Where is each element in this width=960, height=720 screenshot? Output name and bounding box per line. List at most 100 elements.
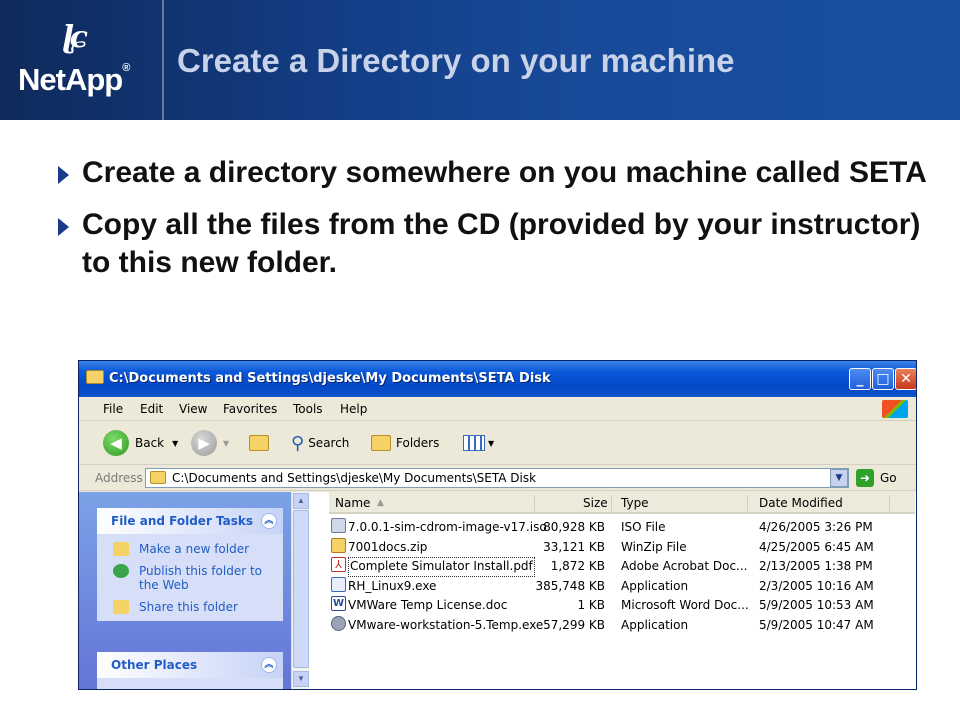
file-size: 1 KB <box>577 598 605 612</box>
collapse-chevron-icon[interactable]: ︽ <box>261 657 277 673</box>
file-row[interactable]: RH_Linux9.exe 385,748 KB Application 2/3/20… <box>329 576 915 597</box>
address-label: Address <box>95 471 143 485</box>
pdf-icon: ⅄ <box>331 557 346 572</box>
file-name: 7001docs.zip <box>348 539 428 554</box>
explorer-body: File and Folder Tasks ︽ Make a new folder… <box>79 492 916 689</box>
menu-view[interactable]: View <box>179 397 207 421</box>
publish-web-icon <box>113 564 129 578</box>
netapp-logo: ɭɕ NetApp® <box>14 18 154 103</box>
file-name: VMware-workstation-5.Temp.exe <box>348 617 544 632</box>
file-row[interactable]: W VMWare Temp License.doc 1 KB Microsoft Wo… <box>329 596 915 616</box>
col-header-type[interactable]: Type <box>621 492 649 514</box>
address-value: C:\Documents and Settings\djeske\My Docu… <box>172 471 537 485</box>
header-divider <box>162 0 164 120</box>
file-name: RH_Linux9.exe <box>348 578 437 593</box>
close-button[interactable]: ✕ <box>895 368 916 390</box>
task-pane: File and Folder Tasks ︽ Make a new folder… <box>79 492 291 689</box>
task-pane-scrollbar[interactable]: ▲ ▼ <box>291 492 309 689</box>
folders-button[interactable]: Folders <box>371 421 439 465</box>
search-button[interactable]: ⚲ Search <box>291 421 349 465</box>
col-header-date[interactable]: Date Modified <box>759 492 843 514</box>
bullet-item: Create a directory somewhere on you mach… <box>58 154 938 192</box>
netapp-mark-icon: ɭɕ <box>62 20 88 55</box>
task-label: Publish this folder to the Web <box>139 564 262 592</box>
views-dropdown-icon: ▼ <box>488 438 495 448</box>
up-folder-button[interactable] <box>249 421 274 465</box>
file-date: 5/9/2005 10:53 AM <box>759 598 874 612</box>
vmware-icon <box>331 615 346 631</box>
task-share-folder[interactable]: Share this folder <box>97 600 283 622</box>
search-label: Search <box>308 436 350 450</box>
address-input[interactable]: C:\Documents and Settings\djeske\My Docu… <box>145 468 849 488</box>
scroll-thumb[interactable] <box>293 510 309 668</box>
folder-icon <box>86 370 104 384</box>
bullet-text: Create a directory somewhere on you mach… <box>82 156 927 189</box>
toolbar: ◀ Back ▼ ▶ ▼ ⚲ Search Folders ▼ <box>79 421 916 465</box>
address-folder-icon <box>150 471 166 484</box>
back-label: Back <box>135 436 165 450</box>
file-name: Complete Simulator Install.pdf <box>348 557 535 577</box>
menu-tools[interactable]: Tools <box>293 397 323 421</box>
file-type: WinZip File <box>621 539 687 554</box>
file-date: 4/26/2005 3:26 PM <box>759 520 873 534</box>
scroll-down-icon[interactable]: ▼ <box>293 671 309 687</box>
panel-header[interactable]: File and Folder Tasks ︽ <box>97 508 283 534</box>
file-type: Application <box>621 578 689 593</box>
file-size: 1,872 KB <box>550 559 605 573</box>
slide-title: Create a Directory on your machine <box>177 42 735 79</box>
forward-button[interactable]: ▶ ▼ <box>191 421 229 465</box>
address-dropdown-button[interactable]: ▼ <box>830 469 848 487</box>
zip-icon <box>331 537 346 553</box>
sort-arrow-icon: ▲ <box>377 498 384 508</box>
file-type: Adobe Acrobat Doc... <box>621 559 748 573</box>
scroll-up-icon[interactable]: ▲ <box>293 493 309 509</box>
maximize-button[interactable]: □ <box>872 368 894 390</box>
menu-file[interactable]: File <box>103 397 123 421</box>
bullet-arrow-icon <box>58 166 69 184</box>
panel-header[interactable]: Other Places ︽ <box>97 652 283 678</box>
bullet-arrow-icon <box>58 218 69 236</box>
exe-icon <box>331 576 346 592</box>
file-row[interactable]: 7001docs.zip 33,121 KB WinZip File 4/25/200… <box>329 537 915 558</box>
views-icon <box>463 435 485 451</box>
windows-logo-icon <box>882 400 908 418</box>
address-bar: Address C:\Documents and Settings\djeske… <box>79 465 916 491</box>
back-button[interactable]: ◀ Back ▼ <box>103 421 178 465</box>
back-dropdown-icon[interactable]: ▼ <box>172 439 178 448</box>
task-label: Make a new folder <box>139 542 250 556</box>
folders-label: Folders <box>396 436 440 450</box>
collapse-chevron-icon[interactable]: ︽ <box>261 513 277 529</box>
new-folder-icon <box>113 542 129 556</box>
file-size: 33,121 KB <box>543 539 605 554</box>
forward-dropdown-icon[interactable]: ▼ <box>223 439 229 448</box>
file-row[interactable]: ⅄ Complete Simulator Install.pdf 1,872 KB A… <box>329 557 915 577</box>
file-date: 2/3/2005 10:16 AM <box>759 578 874 593</box>
col-header-size[interactable]: Size <box>583 492 608 514</box>
menu-bar: File Edit View Favorites Tools Help <box>79 397 916 421</box>
back-arrow-icon: ◀ <box>103 430 129 456</box>
file-row[interactable]: 7.0.0.1-sim-cdrom-image-v17.iso 80,928 KB… <box>329 518 915 538</box>
menu-help[interactable]: Help <box>340 397 367 421</box>
col-header-name[interactable]: Name <box>335 492 370 514</box>
menu-favorites[interactable]: Favorites <box>223 397 277 421</box>
bullet-list: Create a directory somewhere on you mach… <box>58 154 938 296</box>
file-type: ISO File <box>621 520 666 534</box>
iso-icon <box>331 518 346 533</box>
column-headers: Name ▲ Size Type Date Modified <box>329 492 915 514</box>
file-size: 57,299 KB <box>543 617 605 632</box>
menu-edit[interactable]: Edit <box>140 397 163 421</box>
task-make-folder[interactable]: Make a new folder <box>97 542 283 564</box>
file-row[interactable]: VMware-workstation-5.Temp.exe 57,299 KB Ap… <box>329 615 915 636</box>
file-date: 5/9/2005 10:47 AM <box>759 617 874 632</box>
task-publish-web[interactable]: Publish this folder to the Web <box>97 564 283 600</box>
views-button[interactable]: ▼ <box>463 421 494 465</box>
logo-registered: ® <box>122 62 130 74</box>
window-titlebar[interactable]: C:\Documents and Settings\djeske\My Docu… <box>79 361 916 397</box>
minimize-button[interactable]: _ <box>849 368 871 390</box>
file-size: 80,928 KB <box>543 520 605 534</box>
bullet-text: Copy all the files from the CD (provided… <box>82 208 921 279</box>
go-arrow-icon[interactable]: ➜ <box>856 469 874 487</box>
file-date: 4/25/2005 6:45 AM <box>759 539 874 554</box>
panel-title: File and Folder Tasks <box>111 514 254 528</box>
go-button[interactable]: Go <box>880 465 897 491</box>
